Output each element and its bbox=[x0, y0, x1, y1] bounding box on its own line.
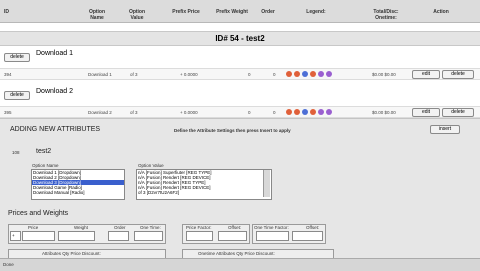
row-prefix-price: + 0.0000 bbox=[180, 72, 198, 77]
row-id: 395 bbox=[4, 110, 12, 115]
offset-label: Offset: bbox=[228, 225, 242, 230]
option-group-name: Download 2 bbox=[36, 88, 73, 95]
col-option-value: Option Value bbox=[128, 9, 146, 21]
delete-option-button[interactable]: delete bbox=[4, 91, 30, 100]
option-name-label: Option Name bbox=[32, 163, 59, 168]
price-prefix-input[interactable]: + bbox=[10, 231, 21, 241]
onetime-input[interactable] bbox=[134, 231, 163, 241]
offset2-label: Offset: bbox=[306, 225, 320, 230]
col-total-disc: Total/Disc: Onetime: bbox=[373, 9, 399, 21]
row-total: $0.00 $0.00 bbox=[372, 110, 396, 115]
offset-input[interactable] bbox=[218, 231, 247, 241]
product-name: test2 bbox=[36, 148, 52, 155]
option-name-select[interactable]: Download 1 [Dropdown] Download 2 [Dropdo… bbox=[31, 169, 125, 200]
order-input[interactable] bbox=[108, 231, 129, 241]
edit-button[interactable]: edit bbox=[412, 70, 440, 79]
row-prefix-price: + 0.0000 bbox=[180, 110, 198, 115]
legend-icon-6 bbox=[326, 71, 332, 77]
section-title: ADDING NEW ATTRIBUTES bbox=[10, 126, 101, 133]
insert-button[interactable]: insert bbox=[430, 125, 460, 134]
price-factor-input[interactable] bbox=[186, 231, 213, 241]
onetime-qty-discount-label: Onetime Attributes Qty Price Discount: bbox=[198, 251, 275, 256]
option-group-name: Download 1 bbox=[36, 50, 73, 57]
order-label: Order bbox=[114, 225, 126, 230]
legend-icon-4 bbox=[310, 71, 316, 77]
price-label: Price bbox=[28, 225, 39, 230]
option-name-item[interactable]: Download Manual [Radio] bbox=[32, 190, 124, 195]
table-row: 394 Download 1 of 3 + 0.0000 0 0 $0.00 $… bbox=[0, 68, 480, 80]
legend-icon-6 bbox=[326, 109, 332, 115]
legend-icon-4 bbox=[310, 109, 316, 115]
legend-icon-5 bbox=[318, 109, 324, 115]
row-id: 394 bbox=[4, 72, 12, 77]
delete-button[interactable]: delete bbox=[442, 70, 474, 79]
col-action: Action bbox=[433, 9, 449, 15]
prices-title: Prices and Weights bbox=[8, 210, 69, 217]
row-prefix-weight: 0 bbox=[248, 110, 251, 115]
scrollbar[interactable] bbox=[263, 170, 270, 197]
legend-icon-5 bbox=[318, 71, 324, 77]
offset2-input[interactable] bbox=[292, 231, 323, 241]
onetime-label: One Time: bbox=[140, 225, 161, 230]
row-order: 0 bbox=[273, 72, 276, 77]
weight-label: Weight bbox=[74, 225, 88, 230]
delete-button[interactable]: delete bbox=[442, 108, 474, 117]
weight-input[interactable] bbox=[58, 231, 95, 241]
onetime-factor-input[interactable] bbox=[256, 231, 289, 241]
row-option-name: Download 2 bbox=[88, 110, 112, 115]
col-legend: Legend: bbox=[306, 9, 326, 15]
legend-icon-1 bbox=[286, 71, 292, 77]
legend-icon-2 bbox=[294, 71, 300, 77]
status-bar: Done bbox=[0, 258, 480, 271]
qty-discount-label: Attributes Qty Price Discount: bbox=[42, 251, 101, 256]
legend-icon-2 bbox=[294, 109, 300, 115]
row-order: 0 bbox=[273, 110, 276, 115]
option-value-item[interactable]: of 3 [D2vr7tU2A6F2] bbox=[137, 190, 271, 195]
col-order: Order bbox=[261, 9, 275, 15]
legend-icon-1 bbox=[286, 109, 292, 115]
section-instruction: Define the Attribute Settings then press… bbox=[174, 128, 291, 133]
new-id-label: 108 bbox=[12, 150, 20, 155]
edit-button[interactable]: edit bbox=[412, 108, 440, 117]
delete-option-button[interactable]: delete bbox=[4, 53, 30, 62]
col-prefix-price: Prefix Price bbox=[172, 9, 200, 15]
table-header: ID Option Name Option Value Prefix Price… bbox=[0, 0, 480, 23]
row-total: $0.00 $0.00 bbox=[372, 72, 396, 77]
option-value-label: Option Value bbox=[138, 163, 164, 168]
status-text: Done bbox=[3, 262, 14, 267]
legend-icon-3 bbox=[302, 109, 308, 115]
row-option-name: Download 1 bbox=[88, 72, 112, 77]
product-title: ID# 54 - test2 bbox=[215, 34, 265, 43]
onetime-factor-label: One Time Factor: bbox=[254, 225, 289, 230]
row-option-value: of 3 bbox=[130, 72, 138, 77]
option-value-select[interactable]: n/A [Fusion] Superfiuter [REG TYPE] n/A … bbox=[136, 169, 272, 200]
price-input[interactable] bbox=[22, 231, 55, 241]
col-option-name: Option Name bbox=[88, 9, 106, 21]
col-prefix-weight: Prefix Weight bbox=[216, 9, 248, 15]
col-id: ID bbox=[4, 9, 9, 15]
product-title-bar: ID# 54 - test2 bbox=[0, 31, 480, 46]
legend-icon-3 bbox=[302, 71, 308, 77]
table-row: 395 Download 2 of 3 + 0.0000 0 0 $0.00 $… bbox=[0, 106, 480, 118]
row-option-value: of 3 bbox=[130, 110, 138, 115]
price-factor-label: Price Factor: bbox=[186, 225, 212, 230]
row-prefix-weight: 0 bbox=[248, 72, 251, 77]
